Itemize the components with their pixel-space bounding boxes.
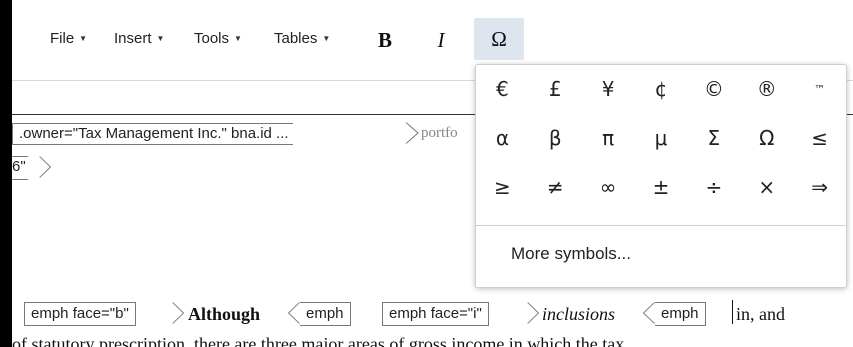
symbol-button[interactable]: ∞ (582, 162, 635, 211)
breadcrumb-arrow-icon (406, 122, 419, 144)
tables-menu[interactable]: Tables ▼ (274, 30, 330, 47)
tag-arrow-icon (172, 302, 185, 324)
document-text-line: emph face="b" Although emph emph face="i… (12, 302, 853, 328)
bold-button[interactable]: B (372, 22, 398, 58)
symbol-button[interactable]: ⇒ (793, 162, 846, 211)
symbol-button[interactable]: ≤ (793, 114, 846, 163)
tools-menu-label: Tools (194, 30, 230, 47)
symbol-button[interactable]: ¥ (582, 65, 635, 114)
symbol-button[interactable]: ≥ (476, 162, 529, 211)
text-cursor (732, 300, 733, 324)
breadcrumb-tag[interactable]: .owner="Tax Management Inc." bna.id ... (12, 123, 293, 145)
symbol-button[interactable]: ¢ (635, 65, 688, 114)
breadcrumb-next[interactable]: portfo (421, 125, 458, 142)
chevron-down-icon: ▼ (322, 34, 331, 43)
tag-arrow-icon (527, 302, 540, 324)
emph-bold-open-tag[interactable]: emph face="b" (24, 302, 136, 326)
symbol-button[interactable]: ™ (793, 65, 846, 114)
symbol-button[interactable]: ® (740, 65, 793, 114)
file-menu[interactable]: File ▼ (50, 30, 87, 47)
emph-close-tag[interactable]: emph (300, 302, 351, 326)
symbol-button[interactable]: ÷ (687, 162, 740, 211)
symbol-button[interactable]: β (529, 114, 582, 163)
tag-arrow-left-icon (287, 302, 300, 324)
symbol-grid: € £ ¥ ¢ © ® ™ α β π μ Σ Ω ≤ ≥ ≠ ∞ ± ÷ × ⇒ (476, 65, 846, 211)
symbol-button[interactable]: Σ (687, 114, 740, 163)
chevron-down-icon: ▼ (79, 34, 88, 43)
symbol-button[interactable]: © (687, 65, 740, 114)
symbol-button[interactable]: ± (635, 162, 688, 211)
symbol-button[interactable]: € (476, 65, 529, 114)
breadcrumb-fragment-text: 6" (12, 158, 26, 175)
italic-text: inclusions (542, 304, 616, 324)
insert-menu-label: Insert (114, 30, 152, 47)
emph-italic-open-tag[interactable]: emph face="i" (382, 302, 489, 326)
special-character-button[interactable]: Ω (474, 18, 524, 60)
symbol-button[interactable]: α (476, 114, 529, 163)
breadcrumb-tag-fragment[interactable]: 6" (12, 156, 28, 180)
symbol-button[interactable]: × (740, 162, 793, 211)
symbol-button[interactable]: Ω (740, 114, 793, 163)
tables-menu-label: Tables (274, 30, 318, 47)
special-characters-popup: € £ ¥ ¢ © ® ™ α β π μ Σ Ω ≤ ≥ ≠ ∞ ± ÷ × ⇒ More symbols... (475, 64, 847, 288)
symbol-button[interactable]: μ (635, 114, 688, 163)
chevron-down-icon: ▼ (156, 34, 165, 43)
document-text-line-2: of statutory prescription, there are thr… (12, 334, 625, 347)
emph-close-tag[interactable]: emph (655, 302, 706, 326)
more-symbols-link[interactable]: More symbols... (476, 225, 846, 281)
tag-arrow-left-icon (642, 302, 655, 324)
file-menu-label: File (50, 30, 75, 47)
symbol-button[interactable]: ≠ (529, 162, 582, 211)
insert-menu[interactable]: Insert ▼ (114, 30, 164, 47)
chevron-down-icon: ▼ (234, 34, 242, 43)
editor-app: File ▼ Insert ▼ Tools ▼ Tables ▼ B I Ω .… (12, 0, 853, 347)
body-text: in, and (736, 304, 785, 324)
bold-text: Although (188, 304, 261, 324)
symbol-button[interactable]: π (582, 114, 635, 163)
tools-menu[interactable]: Tools ▼ (194, 30, 242, 47)
breadcrumb-arrow-icon (39, 156, 52, 178)
italic-button[interactable]: I (428, 22, 454, 58)
symbol-button[interactable]: £ (529, 65, 582, 114)
